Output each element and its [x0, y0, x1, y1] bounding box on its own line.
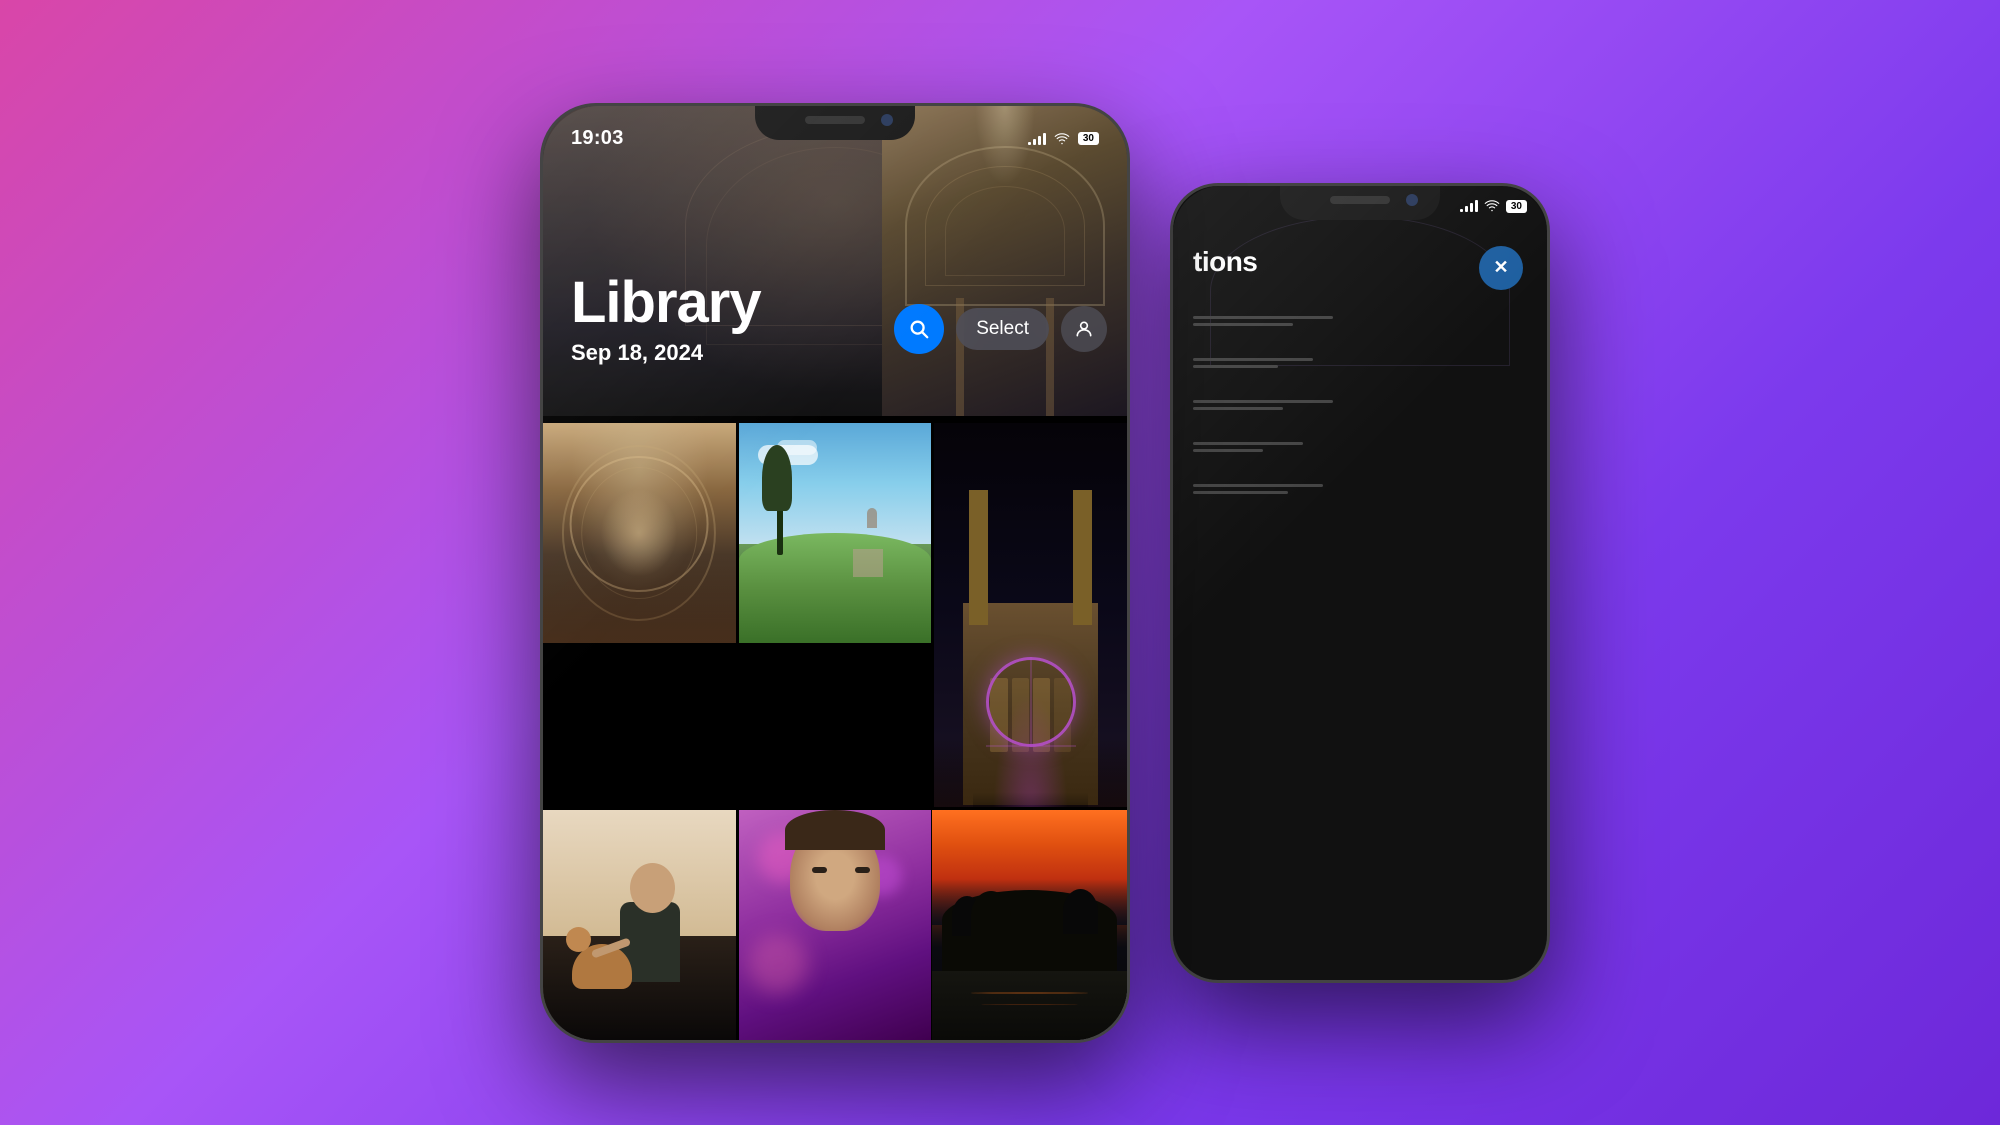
search-button[interactable]: [894, 304, 944, 354]
photo-cell-face[interactable]: [739, 810, 932, 1040]
status-time: 19:03: [571, 127, 624, 150]
signal-icon: [1028, 133, 1046, 145]
wifi-icon: [1054, 133, 1070, 145]
phone-2: 30 tions ✕: [1170, 183, 1550, 983]
lake-photo: [932, 810, 1127, 1040]
phone2-signal: [1460, 200, 1478, 212]
countryside-photo: [739, 423, 932, 643]
phone2-list: [1193, 316, 1527, 494]
list-line: [1193, 365, 1278, 368]
close-icon: ✕: [1493, 257, 1508, 278]
phone2-title: tions: [1193, 246, 1257, 278]
phone2-notch: [1280, 186, 1440, 220]
phone1-camera: [881, 114, 893, 126]
phone2-side-btn-right: [1547, 386, 1550, 456]
list-line: [1193, 316, 1333, 319]
search-icon: [908, 318, 930, 340]
photo-cell-ceiling[interactable]: [543, 423, 736, 643]
phone2-close-button[interactable]: ✕: [1479, 246, 1523, 290]
photo-cell-person-dog[interactable]: [543, 810, 736, 1040]
phone1-side-btn-right: [1127, 306, 1130, 376]
person-dog-photo: [543, 810, 736, 1040]
grid-divider: [543, 416, 1127, 420]
list-line: [1193, 484, 1323, 487]
list-line: [1193, 449, 1263, 452]
list-line: [1193, 407, 1283, 410]
phone1-speaker: [805, 116, 865, 124]
phone2-camera: [1406, 194, 1418, 206]
face-photo: [739, 810, 932, 1040]
list-item: [1193, 442, 1527, 452]
battersea-photo: [934, 423, 1127, 807]
photo-cell-battersea[interactable]: [934, 423, 1127, 807]
header-actions: Select: [894, 304, 1107, 354]
list-item: [1193, 400, 1527, 410]
list-line: [1193, 323, 1293, 326]
phone-1: 19:03 30: [540, 103, 1130, 1043]
list-line: [1193, 442, 1303, 445]
battery-badge: 30: [1078, 132, 1099, 145]
list-line: [1193, 400, 1333, 403]
list-line: [1193, 358, 1313, 361]
phone2-screen: tions ✕: [1173, 186, 1547, 980]
list-item: [1193, 358, 1527, 368]
list-line: [1193, 491, 1288, 494]
ceiling-photo: [543, 423, 736, 643]
select-button[interactable]: Select: [956, 308, 1049, 350]
status-icons: 30: [1028, 132, 1099, 145]
phone2-speaker: [1330, 196, 1390, 204]
photo-cell-countryside[interactable]: [739, 423, 932, 643]
photo-cell-lake[interactable]: [932, 810, 1127, 1040]
phone2-wifi-icon: [1484, 200, 1500, 212]
phone1-notch: [755, 106, 915, 140]
grid-divider-2: [543, 724, 931, 728]
phone2-battery: 30: [1506, 200, 1527, 213]
person-icon: [1074, 319, 1094, 339]
list-item: [1193, 316, 1527, 326]
person-button[interactable]: [1061, 306, 1107, 352]
list-item: [1193, 484, 1527, 494]
